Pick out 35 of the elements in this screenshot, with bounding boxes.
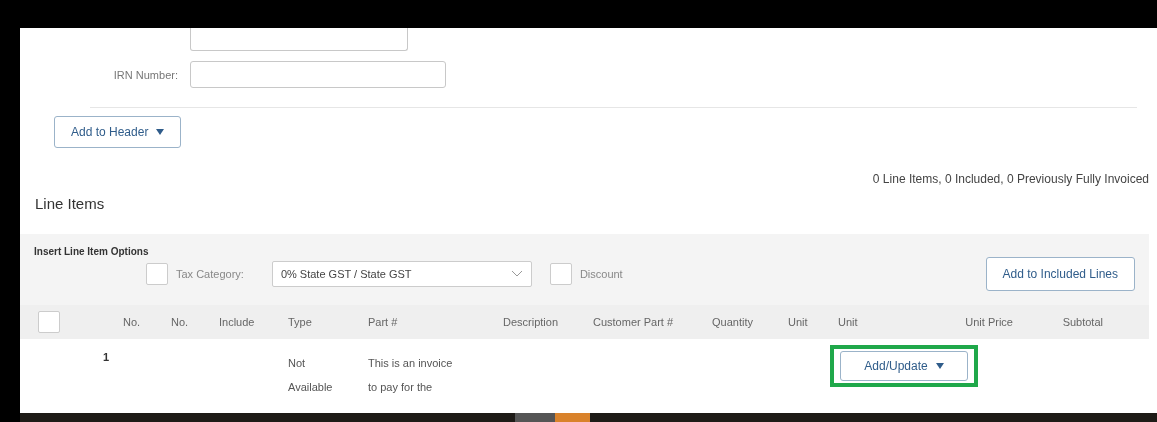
column-header: Include — [219, 316, 255, 328]
select-all-checkbox[interactable] — [38, 311, 60, 333]
text-area[interactable] — [190, 28, 408, 51]
caret-icon — [156, 129, 165, 135]
field-label: IRN Number: — [112, 68, 178, 81]
caret-icon — [935, 363, 944, 369]
taskbar-item[interactable] — [515, 413, 555, 422]
add-update-button[interactable]: Add/Update — [840, 351, 968, 381]
column-header: Quantity — [712, 316, 753, 328]
column-header: No. — [171, 316, 189, 328]
checkbox-label: Tax Category: — [176, 268, 244, 280]
column-header: No. — [123, 316, 141, 328]
column-header: Type — [288, 316, 312, 328]
checkbox-label: Discount — [579, 268, 623, 280]
column-header: Part # — [368, 316, 398, 328]
checkbox[interactable] — [549, 263, 572, 285]
column-header: Subtotal — [1062, 316, 1103, 328]
row-number: 1 — [102, 351, 111, 363]
line-items-summary: 0 Line Items, 0 Included, 0 Previously Fully Invoiced — [872, 172, 1149, 186]
options-title: Insert Line Item Options — [34, 246, 150, 257]
input-field[interactable] — [190, 61, 446, 88]
checkbox[interactable] — [146, 263, 168, 285]
table-cell-text: This is an invoice to pay for the — [368, 356, 454, 395]
chevron-down-icon — [510, 270, 523, 278]
column-header: Unit Price — [965, 316, 1013, 328]
section-title: Line Items — [35, 195, 105, 212]
taskbar-item[interactable] — [555, 413, 590, 422]
column-header: Customer Part # — [593, 316, 674, 328]
column-header: Unit — [788, 316, 808, 328]
column-header: Description — [503, 316, 559, 328]
tax-category-dropdown[interactable]: 0% State GST / State GST — [271, 261, 532, 287]
table-cell-text: Not Available — [288, 356, 334, 395]
add-to-header-button[interactable]: Add to Header — [54, 116, 182, 148]
add-to-included-lines-button[interactable]: Add to Included Lines — [985, 257, 1135, 291]
column-header: Unit — [838, 316, 858, 328]
